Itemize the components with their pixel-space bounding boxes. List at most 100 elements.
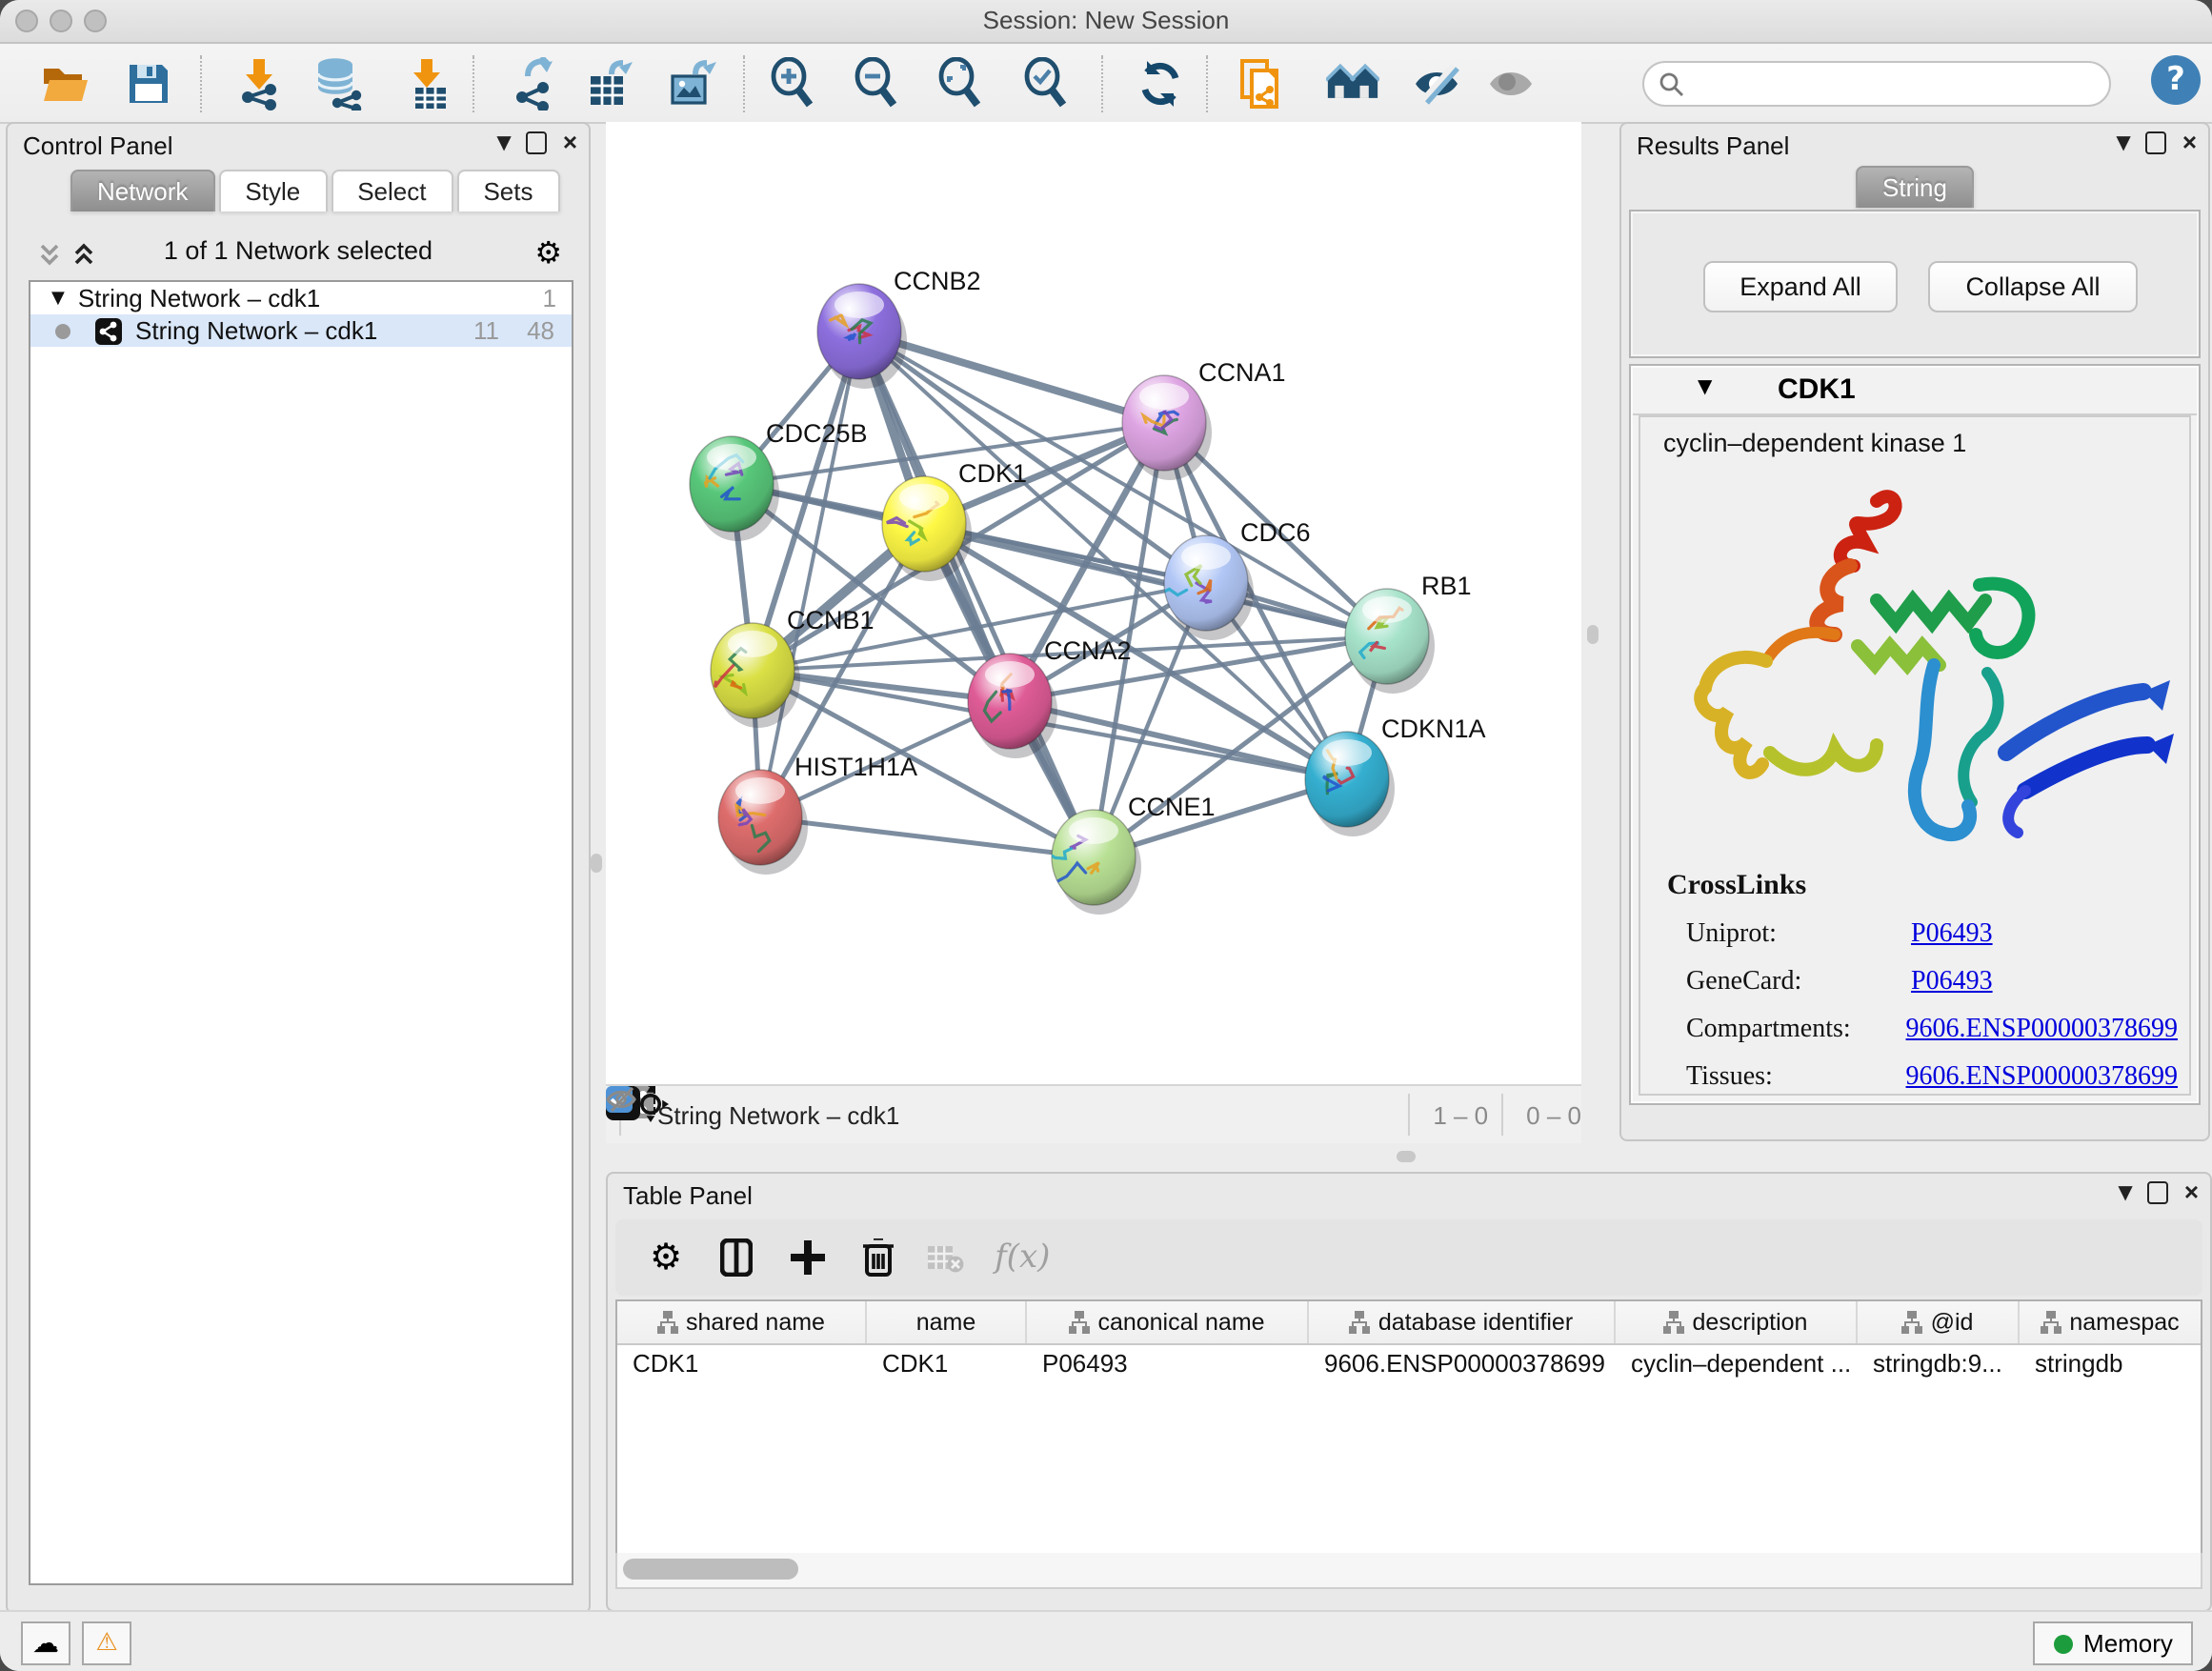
crosslink-value-link[interactable]: 9606.ENSP00000378699 [1906, 1016, 2178, 1046]
splitter-handle[interactable] [1397, 1151, 1416, 1162]
import-table-icon[interactable] [400, 57, 453, 111]
export-network-icon[interactable] [507, 57, 560, 111]
network-edge-ccna2-cdkn1a[interactable] [1010, 701, 1347, 779]
control-panel-title: Control Panel [23, 131, 173, 160]
crosslink-row: GeneCard:P06493 [1667, 968, 2178, 998]
cloud-button[interactable]: ☁ [21, 1621, 70, 1665]
table-cell: P06493 [1027, 1345, 1309, 1383]
panel-close-icon[interactable]: × [2184, 1183, 2199, 1202]
table-panel: Table Panel ▼ × ⚙ f(x) shared namenameca… [606, 1172, 2212, 1612]
import-network-icon[interactable] [232, 57, 286, 111]
column-type-icon [1069, 1311, 1090, 1334]
tab-sets[interactable]: Sets [456, 170, 559, 211]
column-header-name[interactable]: name [867, 1301, 1027, 1343]
network-canvas[interactable]: CCNB2CCNA1CDC25BCDK1CDC6RB1CCNB1CCNA2CDK… [606, 122, 1581, 1143]
tab-style[interactable]: Style [218, 170, 327, 211]
column-header-namespac[interactable]: namespac [2020, 1301, 2202, 1343]
open-session-icon[interactable] [38, 57, 91, 111]
splitter-handle[interactable] [591, 854, 602, 873]
zoom-in-icon[interactable] [766, 57, 819, 111]
splitter-handle[interactable] [1587, 625, 1599, 644]
panel-menu-icon[interactable]: ▼ [2118, 1182, 2132, 1203]
crosslink-value-link[interactable]: P06493 [1911, 920, 1993, 951]
scrollbar-thumb[interactable] [623, 1559, 798, 1580]
zoom-fit-icon[interactable] [934, 57, 987, 111]
toolbar-separator [200, 55, 202, 112]
panel-float-icon[interactable] [527, 131, 548, 154]
fit-selected-crosshair-icon[interactable] [633, 1086, 669, 1122]
crosslink-label: Compartments: [1667, 1016, 1906, 1046]
table-row[interactable]: CDK1CDK1P064939606.ENSP00000378699cyclin… [617, 1345, 2201, 1383]
node-card-header[interactable]: ▼ CDK1 [1633, 368, 2197, 415]
table-header-row: shared namenamecanonical namedatabase id… [617, 1301, 2201, 1345]
node-label-ccna2: CCNA2 [1044, 636, 1132, 665]
column-header-database-identifier[interactable]: database identifier [1309, 1301, 1616, 1343]
help-icon[interactable]: ? [2151, 55, 2201, 105]
network-row-selected[interactable]: String Network – cdk1 11 48 [30, 314, 572, 347]
table-cell: cyclin–dependent ... [1616, 1345, 1858, 1383]
export-table-icon[interactable] [583, 57, 636, 111]
table-cell: CDK1 [867, 1345, 1027, 1383]
panel-close-icon[interactable]: × [2182, 133, 2197, 152]
expand-all-button[interactable]: Expand All [1703, 261, 1898, 312]
table-cell: stringdb [2020, 1345, 2202, 1383]
memory-button[interactable]: Memory [2033, 1621, 2193, 1665]
panel-close-icon[interactable]: × [563, 133, 577, 152]
column-type-icon [2041, 1311, 2061, 1334]
node-label-ccnb2: CCNB2 [894, 267, 981, 295]
tab-network[interactable]: Network [70, 170, 214, 211]
network-status-dot [55, 323, 70, 338]
gear-icon[interactable]: ⚙ [534, 234, 562, 271]
refresh-icon[interactable] [1134, 57, 1187, 111]
table-horizontal-scrollbar[interactable] [615, 1553, 2202, 1589]
selected-node-edge-counter: 1 – 0 [1433, 1100, 1488, 1129]
crosslink-value-link[interactable]: P06493 [1911, 968, 1993, 998]
duplicate-network-icon[interactable] [1235, 57, 1288, 111]
network-edge-count: 48 [527, 316, 554, 345]
show-columns-icon[interactable] [720, 1238, 753, 1277]
panel-menu-icon[interactable]: ▼ [496, 132, 511, 153]
search-input[interactable] [1692, 69, 2109, 99]
crosslink-value-link[interactable]: 9606.ENSP00000378699 [1906, 1063, 2178, 1094]
node-label-cdkn1a: CDKN1A [1381, 715, 1486, 743]
column-type-icon [657, 1311, 678, 1334]
string-home-icon[interactable] [1326, 57, 1379, 111]
collapse-all-button[interactable]: Collapse All [1928, 261, 2138, 312]
panel-float-icon[interactable] [2146, 131, 2167, 154]
table-gear-icon[interactable]: ⚙ [650, 1237, 682, 1278]
string-node-card: ▼ CDK1 cyclin–dependent kinase 1 [1629, 364, 2201, 1105]
panel-float-icon[interactable] [2148, 1181, 2169, 1204]
delete-table-icon [928, 1243, 964, 1272]
network-collection-row[interactable]: ▼ String Network – cdk1 1 [30, 282, 572, 314]
column-header-description[interactable]: description [1616, 1301, 1858, 1343]
cloud-icon: ☁ [32, 1628, 59, 1659]
results-panel: Results Panel ▼ × String Expand All Coll… [1619, 122, 2210, 1141]
gene-name: CDK1 [1778, 373, 1856, 406]
column-header-shared-name[interactable]: shared name [617, 1301, 867, 1343]
zoom-out-icon[interactable] [850, 57, 903, 111]
export-image-icon[interactable] [665, 57, 718, 111]
collection-expand-icon[interactable]: ▼ [51, 289, 65, 308]
network-edge-hist1h1a-ccne1[interactable] [760, 817, 1094, 857]
import-network-database-icon[interactable] [312, 57, 366, 111]
node-table[interactable]: shared namenamecanonical namedatabase id… [615, 1299, 2202, 1557]
tab-select[interactable]: Select [331, 170, 452, 211]
column-header-canonical-name[interactable]: canonical name [1027, 1301, 1309, 1343]
network-graph[interactable]: CCNB2CCNA1CDC25BCDK1CDC6RB1CCNB1CCNA2CDK… [606, 122, 1581, 1086]
show-all-eye-icon[interactable] [1486, 57, 1539, 111]
function-builder-icon: f(x) [995, 1238, 1050, 1277]
panel-menu-icon[interactable]: ▼ [2116, 132, 2130, 153]
hidden-node-edge-counter: 0 – 0 [1526, 1100, 1581, 1129]
save-session-icon[interactable] [122, 57, 175, 111]
toolbar-separator [743, 55, 745, 112]
zoom-selected-icon[interactable] [1019, 57, 1073, 111]
column-header--id[interactable]: @id [1858, 1301, 2020, 1343]
warnings-button[interactable]: ⚠ [82, 1621, 131, 1665]
add-column-icon[interactable] [791, 1240, 825, 1275]
collapse-section-icon[interactable]: ▼ [1698, 377, 1712, 398]
column-type-icon [1664, 1311, 1685, 1334]
node-label-ccne1: CCNE1 [1128, 793, 1216, 821]
delete-column-icon[interactable] [863, 1238, 894, 1277]
hide-selected-eye-icon[interactable] [1412, 57, 1465, 111]
tab-string[interactable]: String [1856, 166, 1974, 208]
